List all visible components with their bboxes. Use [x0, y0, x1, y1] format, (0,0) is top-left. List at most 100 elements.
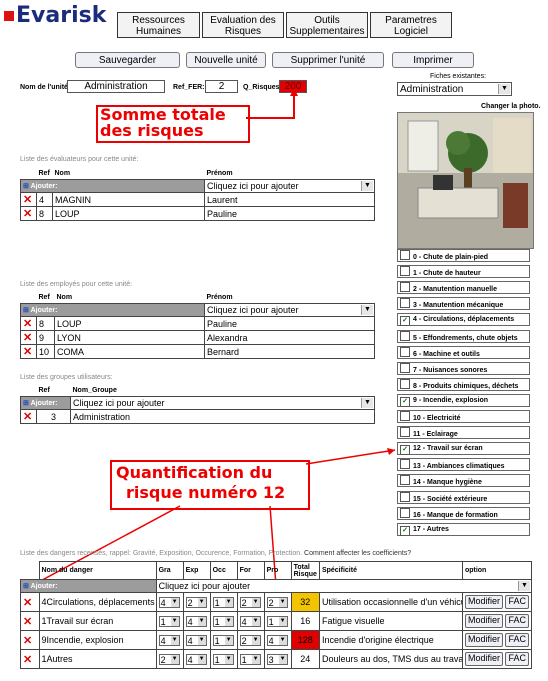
delete-icon[interactable]: ✕	[20, 330, 37, 345]
checkbox-icon[interactable]	[400, 459, 410, 470]
modify-button[interactable]: Modifier	[464, 595, 503, 609]
ref-fer-input[interactable]: 2	[205, 80, 238, 93]
checkbox-icon[interactable]	[400, 362, 410, 373]
delete-icon[interactable]: ✕	[20, 592, 40, 612]
nav-parametres-logiciel[interactable]: Parametres Logiciel	[370, 12, 452, 38]
risk-category-item[interactable]: 16 - Manque de formation	[397, 506, 530, 520]
evaluators-add-row[interactable]: ⊞ Ajouter: Cliquez ici pour ajouter ▼	[20, 179, 375, 193]
coef-for-select[interactable]: 1 ▼	[239, 653, 261, 665]
coef-gra-select[interactable]: 2 ▼	[158, 653, 180, 665]
unit-name-input[interactable]: Administration	[67, 80, 165, 93]
checkbox-icon[interactable]	[400, 250, 410, 260]
coef-gra-select[interactable]: 4 ▼	[158, 634, 180, 646]
risk-category-item[interactable]: 2 - Manutention manuelle	[397, 281, 530, 295]
fac-button[interactable]: FAC	[505, 652, 529, 666]
risk-category-item[interactable]: 14 - Manque hygiène	[397, 474, 530, 488]
nav-ressources-humaines[interactable]: Ressources Humaines	[117, 12, 200, 38]
fac-button[interactable]: FAC	[505, 633, 529, 647]
risk-category-item[interactable]: 10 - Electricité	[397, 410, 530, 423]
coef-gra-select[interactable]: 4 ▼	[158, 596, 180, 608]
groups-add-select[interactable]: Cliquez ici pour ajouter ▼	[70, 396, 375, 410]
delete-icon[interactable]: ✕	[20, 630, 40, 650]
delete-icon[interactable]: ✕	[20, 206, 37, 221]
coef-exp-select[interactable]: 2 ▼	[185, 596, 207, 608]
fac-button[interactable]: FAC	[505, 595, 529, 609]
coef-pro-select[interactable]: 2 ▼	[266, 596, 288, 608]
checkbox-icon[interactable]	[400, 475, 410, 486]
groups-add-row[interactable]: ⊞ Ajouter: Cliquez ici pour ajouter ▼	[20, 396, 375, 410]
save-button[interactable]: Sauvegarder	[75, 52, 180, 68]
risk-category-item[interactable]: ✓ 4 - Circulations, déplacements	[397, 313, 530, 327]
delete-icon[interactable]: ✕	[20, 192, 37, 207]
nav-evaluation-risques[interactable]: Evaluation des Risques	[202, 12, 284, 38]
checkbox-icon[interactable]	[400, 378, 410, 389]
delete-icon[interactable]: ✕	[20, 409, 37, 424]
table-row: ✕ 1Autres 2 ▼ 4 ▼ 1 ▼ 1 ▼ 3 ▼ 24 Douleurs au dos, TMS…	[20, 649, 533, 669]
coef-occ-select[interactable]: 1 ▼	[212, 634, 234, 646]
checkbox-icon[interactable]	[400, 507, 410, 518]
coef-occ-select[interactable]: 1 ▼	[212, 596, 234, 608]
coef-exp-select[interactable]: 4 ▼	[185, 615, 207, 627]
risk-category-item[interactable]: 7 - Nuisances sonores	[397, 361, 530, 375]
col-specificite: Spécificité	[318, 561, 463, 580]
risk-category-item[interactable]: 6 - Machine et outils	[397, 345, 530, 359]
fac-button[interactable]: FAC	[505, 614, 529, 628]
coef-for-select[interactable]: 2 ▼	[239, 634, 261, 646]
risk-category-label: 1 - Chute de hauteur	[413, 270, 481, 278]
coef-occ-select[interactable]: 1 ▼	[212, 653, 234, 665]
coef-pro-select[interactable]: 3 ▼	[266, 653, 288, 665]
checkbox-icon[interactable]	[400, 411, 410, 421]
nav-outils-supplementaires[interactable]: Outils Supplementaires	[286, 12, 368, 38]
risk-category-item[interactable]: ✓ 9 - Incendie, explosion	[397, 393, 530, 407]
chevron-down-icon: ▼	[251, 635, 260, 645]
checkbox-icon[interactable]	[400, 266, 410, 277]
delete-icon[interactable]: ✕	[20, 649, 40, 669]
coef-pro-select[interactable]: 1 ▼	[266, 615, 288, 627]
coef-pro-select[interactable]: 4 ▼	[266, 634, 288, 646]
modify-button[interactable]: Modifier	[464, 652, 503, 666]
risk-category-item[interactable]: ✓ 17 - Autres	[397, 522, 530, 536]
checkbox-icon[interactable]	[400, 298, 410, 309]
risk-category-item[interactable]: 13 - Ambiances climatiques	[397, 458, 530, 472]
delete-icon[interactable]: ✕	[20, 611, 40, 631]
checkbox-checked-icon[interactable]: ✓	[400, 396, 410, 407]
coef-occ-select[interactable]: 1 ▼	[212, 615, 234, 627]
risk-category-item[interactable]: 3 - Manutention mécanique	[397, 297, 530, 311]
checkbox-icon[interactable]	[400, 491, 410, 502]
checkbox-icon[interactable]	[400, 282, 410, 293]
delete-unit-button[interactable]: Supprimer l'unité	[272, 52, 384, 68]
coef-exp-select[interactable]: 4 ▼	[185, 634, 207, 646]
employees-add-select[interactable]: Cliquez ici pour ajouter ▼	[204, 303, 375, 317]
existing-units-select[interactable]: Administration ▼	[397, 82, 512, 96]
coef-exp-select[interactable]: 4 ▼	[185, 653, 207, 665]
dangers-add-row[interactable]: ⊞ Ajouter: Cliquez ici pour ajouter ▼	[20, 579, 533, 593]
checkbox-icon[interactable]	[400, 427, 410, 438]
print-button[interactable]: Imprimer	[392, 52, 474, 68]
risk-category-item[interactable]: 8 - Produits chimiques, déchets	[397, 377, 530, 391]
risk-category-item[interactable]: 11 - Eclairage	[397, 426, 530, 440]
risk-category-item[interactable]: 0 - Chute de plain-pied	[397, 249, 530, 262]
modify-button[interactable]: Modifier	[464, 614, 503, 628]
risk-category-item[interactable]: ✓ 12 - Travail sur écran	[397, 442, 530, 456]
checkbox-checked-icon[interactable]: ✓	[400, 445, 410, 456]
delete-icon[interactable]: ✕	[20, 344, 37, 359]
coefficients-help-link[interactable]: Comment affecter les coefficients?	[304, 550, 411, 557]
modify-button[interactable]: Modifier	[464, 633, 503, 647]
risk-category-item[interactable]: 5 - Effondrements, chute objets	[397, 329, 530, 343]
risk-category-item[interactable]: 15 - Société extérieure	[397, 490, 530, 504]
checkbox-icon[interactable]	[400, 330, 410, 341]
change-photo-link[interactable]: Changer la photo.	[481, 103, 541, 110]
evaluators-add-select[interactable]: Cliquez ici pour ajouter ▼	[204, 179, 375, 193]
risk-category-item[interactable]: 1 - Chute de hauteur	[397, 265, 530, 279]
coef-for-select[interactable]: 4 ▼	[239, 615, 261, 627]
chevron-down-icon: ▼	[278, 597, 287, 607]
employees-add-row[interactable]: ⊞ Ajouter: Cliquez ici pour ajouter ▼	[20, 303, 375, 317]
new-unit-button[interactable]: Nouvelle unité	[186, 52, 266, 68]
checkbox-checked-icon[interactable]: ✓	[400, 525, 410, 536]
checkbox-icon[interactable]	[400, 346, 410, 357]
delete-icon[interactable]: ✕	[20, 316, 37, 331]
coef-gra-select[interactable]: 1 ▼	[158, 615, 180, 627]
dangers-add-select[interactable]: Cliquez ici pour ajouter ▼	[155, 579, 533, 593]
checkbox-checked-icon[interactable]: ✓	[400, 316, 410, 327]
coef-for-select[interactable]: 2 ▼	[239, 596, 261, 608]
